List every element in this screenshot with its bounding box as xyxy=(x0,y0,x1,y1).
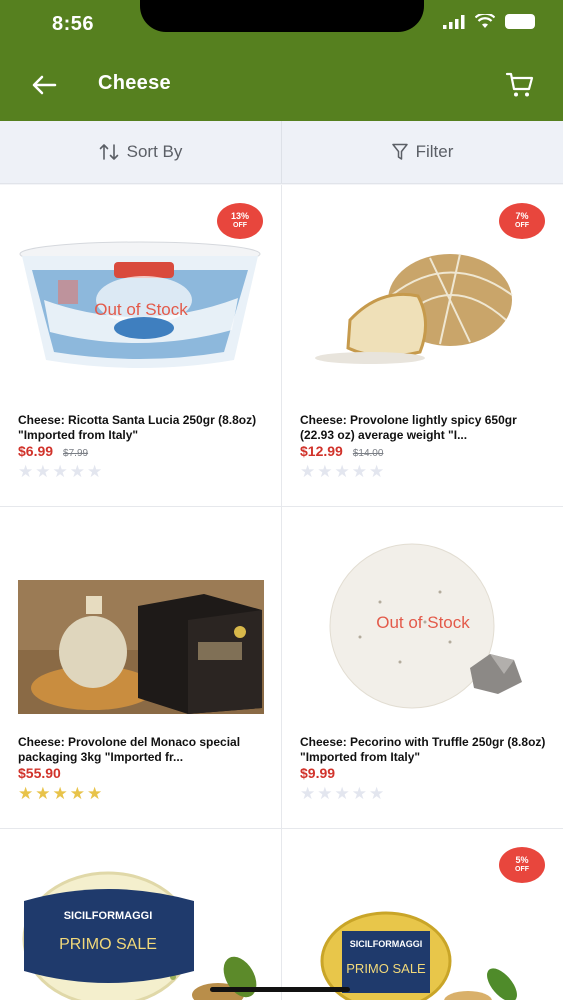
discount-badge: 5% OFF xyxy=(499,847,545,883)
sort-icon xyxy=(99,144,118,160)
price-row: $55.90 xyxy=(18,765,61,781)
product-image xyxy=(18,562,264,714)
device-notch xyxy=(140,0,424,32)
home-indicator[interactable] xyxy=(210,987,350,992)
status-time: 8:56 xyxy=(52,13,95,35)
status-bar: 8:56 xyxy=(0,0,563,48)
cart-icon[interactable] xyxy=(505,70,535,100)
original-price: $7.99 xyxy=(63,448,89,459)
product-card[interactable]: 13% OFF Out of Stock Cheese: Ricotta San… xyxy=(0,185,281,506)
price-row: $12.99 $14.00 xyxy=(300,443,383,459)
product-image xyxy=(300,240,546,380)
label-text: PRIMO SALE xyxy=(346,961,426,976)
product-price: $12.99 xyxy=(300,443,343,459)
rating-stars: ★★★★★ xyxy=(300,462,387,481)
discount-percent: 7% xyxy=(515,211,529,221)
out-of-stock-label: Out of Stock xyxy=(376,613,470,632)
rating-stars: ★★★★★ xyxy=(18,784,105,803)
original-price: $14.00 xyxy=(352,448,384,459)
discount-off: OFF xyxy=(515,222,529,229)
product-image: Out of Stock xyxy=(18,240,264,380)
product-card[interactable]: 7% OFF Cheese: Provolone lightly spicy 6… xyxy=(282,185,563,506)
sort-by-button[interactable]: Sort By xyxy=(0,121,281,183)
signal-icon xyxy=(443,14,465,29)
discount-off: OFF xyxy=(515,866,529,873)
brand-text: SICILFORMAGGI xyxy=(350,939,423,949)
provolone-image xyxy=(315,253,513,364)
primo-sale-image: SICILFORMAGGI PRIMO SALE xyxy=(22,871,257,1000)
product-name: Cheese: Ricotta Santa Lucia 250gr (8.8oz… xyxy=(18,413,257,442)
product-price: $9.99 xyxy=(300,765,336,781)
product-card[interactable]: Out of Stock Cheese: Pecorino with Truff… xyxy=(282,507,563,828)
product-name: Cheese: Provolone del Monaco special pac… xyxy=(18,735,241,764)
primo-sale-small-image: SICILFORMAGGI PRIMO SALE xyxy=(320,911,517,1000)
discount-badge: 13% OFF xyxy=(217,203,263,239)
price-row: $9.99 xyxy=(300,765,335,781)
label-text: PRIMO SALE xyxy=(59,936,157,953)
app-header: 8:56 Cheese xyxy=(0,0,563,121)
status-icons xyxy=(443,14,535,29)
filter-button[interactable]: Filter xyxy=(281,121,563,183)
discount-percent: 5% xyxy=(515,855,529,865)
out-of-stock-label: Out of Stock xyxy=(94,300,188,319)
page-title: Cheese xyxy=(98,72,171,94)
provolone-box-image xyxy=(18,580,264,714)
back-arrow-icon[interactable] xyxy=(30,72,58,98)
sort-by-label: Sort By xyxy=(126,142,183,161)
product-name: Cheese: Provolone lightly spicy 650gr (2… xyxy=(300,413,517,442)
product-grid: 13% OFF Out of Stock Cheese: Ricotta San… xyxy=(0,185,563,1000)
discount-badge: 7% OFF xyxy=(499,203,545,239)
sort-filter-bar: Sort By Filter xyxy=(0,121,563,184)
product-name: Cheese: Pecorino with Truffle 250gr (8.8… xyxy=(300,735,546,764)
product-price: $6.99 xyxy=(18,443,54,459)
brand-text: SICILFORMAGGI xyxy=(64,910,153,922)
product-price: $55.90 xyxy=(18,765,61,781)
rating-stars: ★★★★★ xyxy=(300,784,387,803)
discount-off: OFF xyxy=(233,222,247,229)
price-row: $6.99 $7.99 xyxy=(18,443,88,459)
product-image: Out of Stock xyxy=(300,542,546,722)
wifi-icon xyxy=(475,14,495,28)
product-card[interactable]: Cheese: Provolone del Monaco special pac… xyxy=(0,507,281,828)
discount-percent: 13% xyxy=(230,211,249,221)
rating-stars: ★★★★★ xyxy=(18,462,105,481)
product-card[interactable]: SICILFORMAGGI PRIMO SALE xyxy=(0,829,281,1000)
product-card[interactable]: 5% OFF SICILFORMAGGI PRIMO SALE xyxy=(282,829,563,1000)
filter-label: Filter xyxy=(415,142,454,161)
filter-icon xyxy=(391,143,408,160)
battery-icon xyxy=(505,14,535,29)
